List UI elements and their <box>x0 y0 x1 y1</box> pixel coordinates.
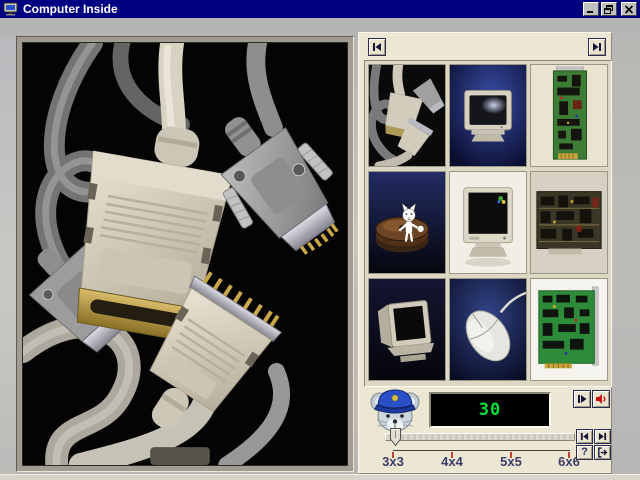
skip-to-last-icon <box>598 432 607 441</box>
close-button[interactable] <box>621 2 637 16</box>
size-label-3x3: 3x3 <box>382 454 404 469</box>
photo-cables <box>22 42 348 466</box>
restore-icon <box>604 4 613 14</box>
thumbnail-monitor-angled[interactable] <box>368 278 446 381</box>
thumbnail-circuit-board[interactable] <box>530 64 608 167</box>
skip-to-first-icon <box>580 432 589 441</box>
difficulty-slider-thumb[interactable] <box>390 428 401 447</box>
thumbnail-grid <box>364 60 612 387</box>
difficulty-slider-track[interactable] <box>385 433 575 441</box>
window-controls <box>583 2 637 16</box>
help-button[interactable]: ? <box>576 445 593 460</box>
sound-button[interactable] <box>592 390 610 408</box>
background-texture <box>612 36 640 474</box>
photo-viewer-frame <box>16 36 354 472</box>
window-title: Computer Inside <box>23 2 118 16</box>
navigation-button-group: ? <box>576 429 611 460</box>
exit-door-icon <box>598 447 608 458</box>
titlebar[interactable]: Computer Inside <box>0 0 640 18</box>
minimize-icon <box>587 10 593 13</box>
go-first-button[interactable] <box>576 429 593 444</box>
slider-scale-line <box>393 450 570 451</box>
background-texture <box>0 36 16 474</box>
thumbnail-hard-disk-cat[interactable] <box>368 171 446 274</box>
app-icon <box>3 2 19 16</box>
filmstrip-first-button[interactable] <box>368 38 386 56</box>
filmstrip-last-button[interactable] <box>588 38 606 56</box>
speaker-icon <box>596 394 606 404</box>
help-label: ? <box>581 446 588 458</box>
exit-button[interactable] <box>594 445 611 460</box>
step-play-icon <box>578 395 587 403</box>
skip-to-first-icon <box>373 43 381 51</box>
skip-to-last-icon <box>593 43 601 51</box>
window-bottom-edge <box>0 474 640 480</box>
tile-counter-value: 30 <box>478 400 502 420</box>
thumbnail-monitor[interactable] <box>449 64 527 167</box>
minimize-button[interactable] <box>583 2 599 16</box>
play-button[interactable] <box>573 390 591 408</box>
thumbnail-circuit-board-dark[interactable] <box>530 171 608 274</box>
restore-button[interactable] <box>601 2 617 16</box>
go-last-button[interactable] <box>594 429 611 444</box>
thumbnail-cables[interactable] <box>368 64 446 167</box>
size-label-4x4: 4x4 <box>441 454 463 469</box>
thumbnail-monitor-white[interactable] <box>449 171 527 274</box>
tile-counter-display: 30 <box>429 392 551 428</box>
thumbnail-sound-card[interactable] <box>530 278 608 381</box>
thumbnail-mouse[interactable] <box>449 278 527 381</box>
size-label-5x5: 5x5 <box>500 454 522 469</box>
app-window: Computer Inside 30 3x3 4x4 5x5 6x6 ? <box>0 0 640 480</box>
close-icon <box>624 4 634 14</box>
control-panel: 30 3x3 4x4 5x5 6x6 ? <box>358 32 612 474</box>
